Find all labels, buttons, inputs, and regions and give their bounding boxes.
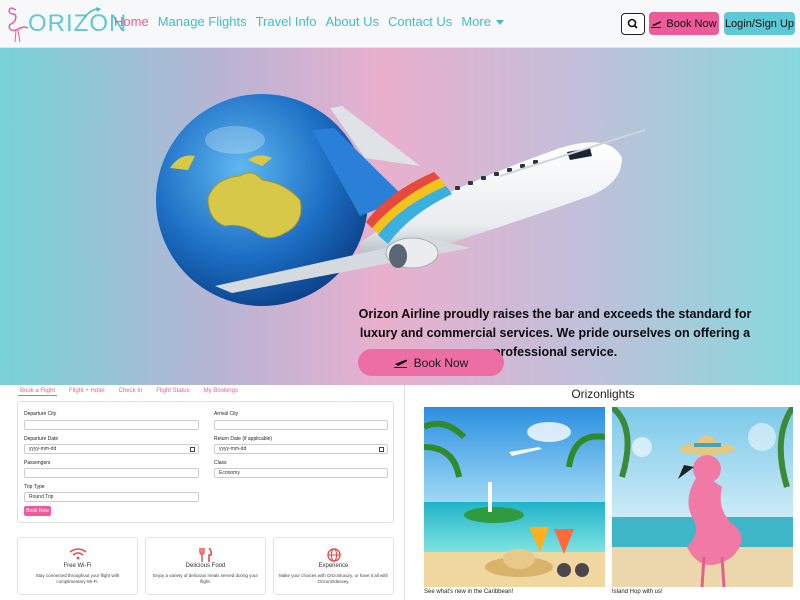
passengers-label: Passengers	[24, 460, 51, 466]
trip-type-select[interactable]: Round Trip	[24, 492, 199, 502]
highlights-title: Orizonlights	[571, 387, 635, 401]
departure-city-input[interactable]	[24, 420, 199, 430]
feature-title: Delicious Food	[185, 563, 226, 569]
hero-book-now-button[interactable]: Book Now	[358, 349, 504, 376]
card-caption: Island Hop with us!	[612, 589, 663, 595]
caribbean-beach-image	[424, 407, 605, 587]
booking-section: Book a Flight Flight + Hotel Check In Fl…	[0, 385, 405, 600]
class-value: Economy	[219, 470, 240, 476]
nav-home[interactable]: Home	[114, 14, 149, 29]
feature-card-food: Delicious Food Enjoy a variety of delici…	[145, 537, 266, 595]
hero-banner: Orizon Airline proudly raises the bar an…	[0, 48, 800, 385]
login-signup-label: Login/Sign Up	[724, 17, 795, 30]
nav-about-us[interactable]: About Us	[326, 14, 379, 29]
booking-submit-label: Book Now	[26, 508, 49, 514]
departure-date-placeholder: yyyy-mm-dd	[29, 446, 57, 452]
departure-city-label: Departure City	[24, 411, 57, 417]
feature-title: Free Wi-Fi	[63, 563, 92, 569]
wifi-icon	[69, 548, 86, 560]
return-date-input[interactable]: yyyy-mm-dd	[214, 444, 388, 454]
flight-booking-form: Departure City Arrival City Departure Da…	[17, 401, 394, 523]
highlight-card-caribbean[interactable]: See what's new in the Caribbean!	[424, 407, 605, 597]
login-signup-button[interactable]: Login/Sign Up	[724, 12, 795, 35]
brand-name: ORIZON	[28, 10, 128, 37]
departure-date-label: Departure Date	[24, 436, 59, 442]
booking-tabs: Book a Flight Flight + Hotel Check In Fl…	[18, 387, 240, 396]
plane-departure-icon	[393, 359, 407, 368]
brand-logo[interactable]: ORIZON	[4, 4, 126, 44]
trip-type-value: Round Trip	[29, 494, 54, 500]
feature-description: Make your choices with Orizonluxury, or …	[279, 573, 388, 584]
main-nav: Home Manage Flights Travel Info About Us…	[114, 14, 513, 29]
departure-date-input[interactable]: yyyy-mm-dd	[24, 444, 199, 454]
nav-more-label: More	[461, 14, 491, 29]
trip-type-label: Trip Type	[24, 484, 45, 490]
highlight-card-island-hop[interactable]: Island Hop with us!	[612, 407, 793, 597]
tab-check-in[interactable]: Check In	[117, 387, 145, 396]
nav-book-now-label: Book Now	[666, 17, 717, 30]
hero-book-now-label: Book Now	[413, 355, 469, 370]
feature-card-experience: Experience Make your choices with Orizon…	[273, 537, 394, 595]
navbar: ORIZON Home Manage Flights Travel Info A…	[0, 0, 800, 48]
passengers-input[interactable]	[24, 468, 199, 478]
globe-icon	[326, 548, 341, 562]
nav-more-dropdown[interactable]: More	[461, 14, 504, 29]
feature-description: Stay connected throughout your flight wi…	[35, 573, 120, 584]
utensils-icon	[198, 548, 212, 562]
calendar-icon[interactable]	[379, 447, 384, 452]
booking-submit-button[interactable]: Book Now	[24, 506, 51, 516]
tab-flight-hotel[interactable]: Flight + Hotel	[67, 387, 107, 396]
search-icon	[627, 18, 638, 29]
calendar-icon[interactable]	[190, 447, 195, 452]
arrival-city-label: Arrival City	[214, 411, 239, 417]
plane-departure-icon	[651, 21, 662, 28]
feature-description: Enjoy a variety of delicious meals serve…	[152, 573, 259, 584]
plane-swoosh-icon	[83, 7, 101, 19]
tab-book-a-flight[interactable]: Book a Flight	[18, 387, 58, 396]
nav-manage-flights[interactable]: Manage Flights	[158, 14, 247, 29]
nav-travel-info[interactable]: Travel Info	[256, 14, 317, 29]
return-date-placeholder: yyyy-mm-dd	[219, 446, 247, 452]
feature-card-wifi: Free Wi-Fi Stay connected throughout you…	[17, 537, 138, 595]
arrival-city-input[interactable]	[214, 420, 388, 430]
highlights-section: Orizonlights See what's new in the Carib…	[406, 385, 800, 600]
nav-contact-us[interactable]: Contact Us	[388, 14, 452, 29]
class-label: Class	[214, 460, 227, 466]
tab-my-bookings[interactable]: My Bookings	[202, 387, 240, 396]
flamingo-beach-image	[612, 407, 793, 587]
return-date-label: Return Date (if applicable)	[214, 436, 273, 442]
class-select[interactable]: Economy	[214, 468, 388, 478]
chevron-down-icon	[495, 20, 504, 26]
search-button[interactable]	[621, 13, 645, 35]
nav-book-now-button[interactable]: Book Now	[649, 12, 719, 35]
tab-flight-status[interactable]: Flight Status	[154, 387, 191, 396]
card-caption: See what's new in the Caribbean!	[424, 589, 514, 595]
feature-title: Experience	[318, 563, 349, 569]
